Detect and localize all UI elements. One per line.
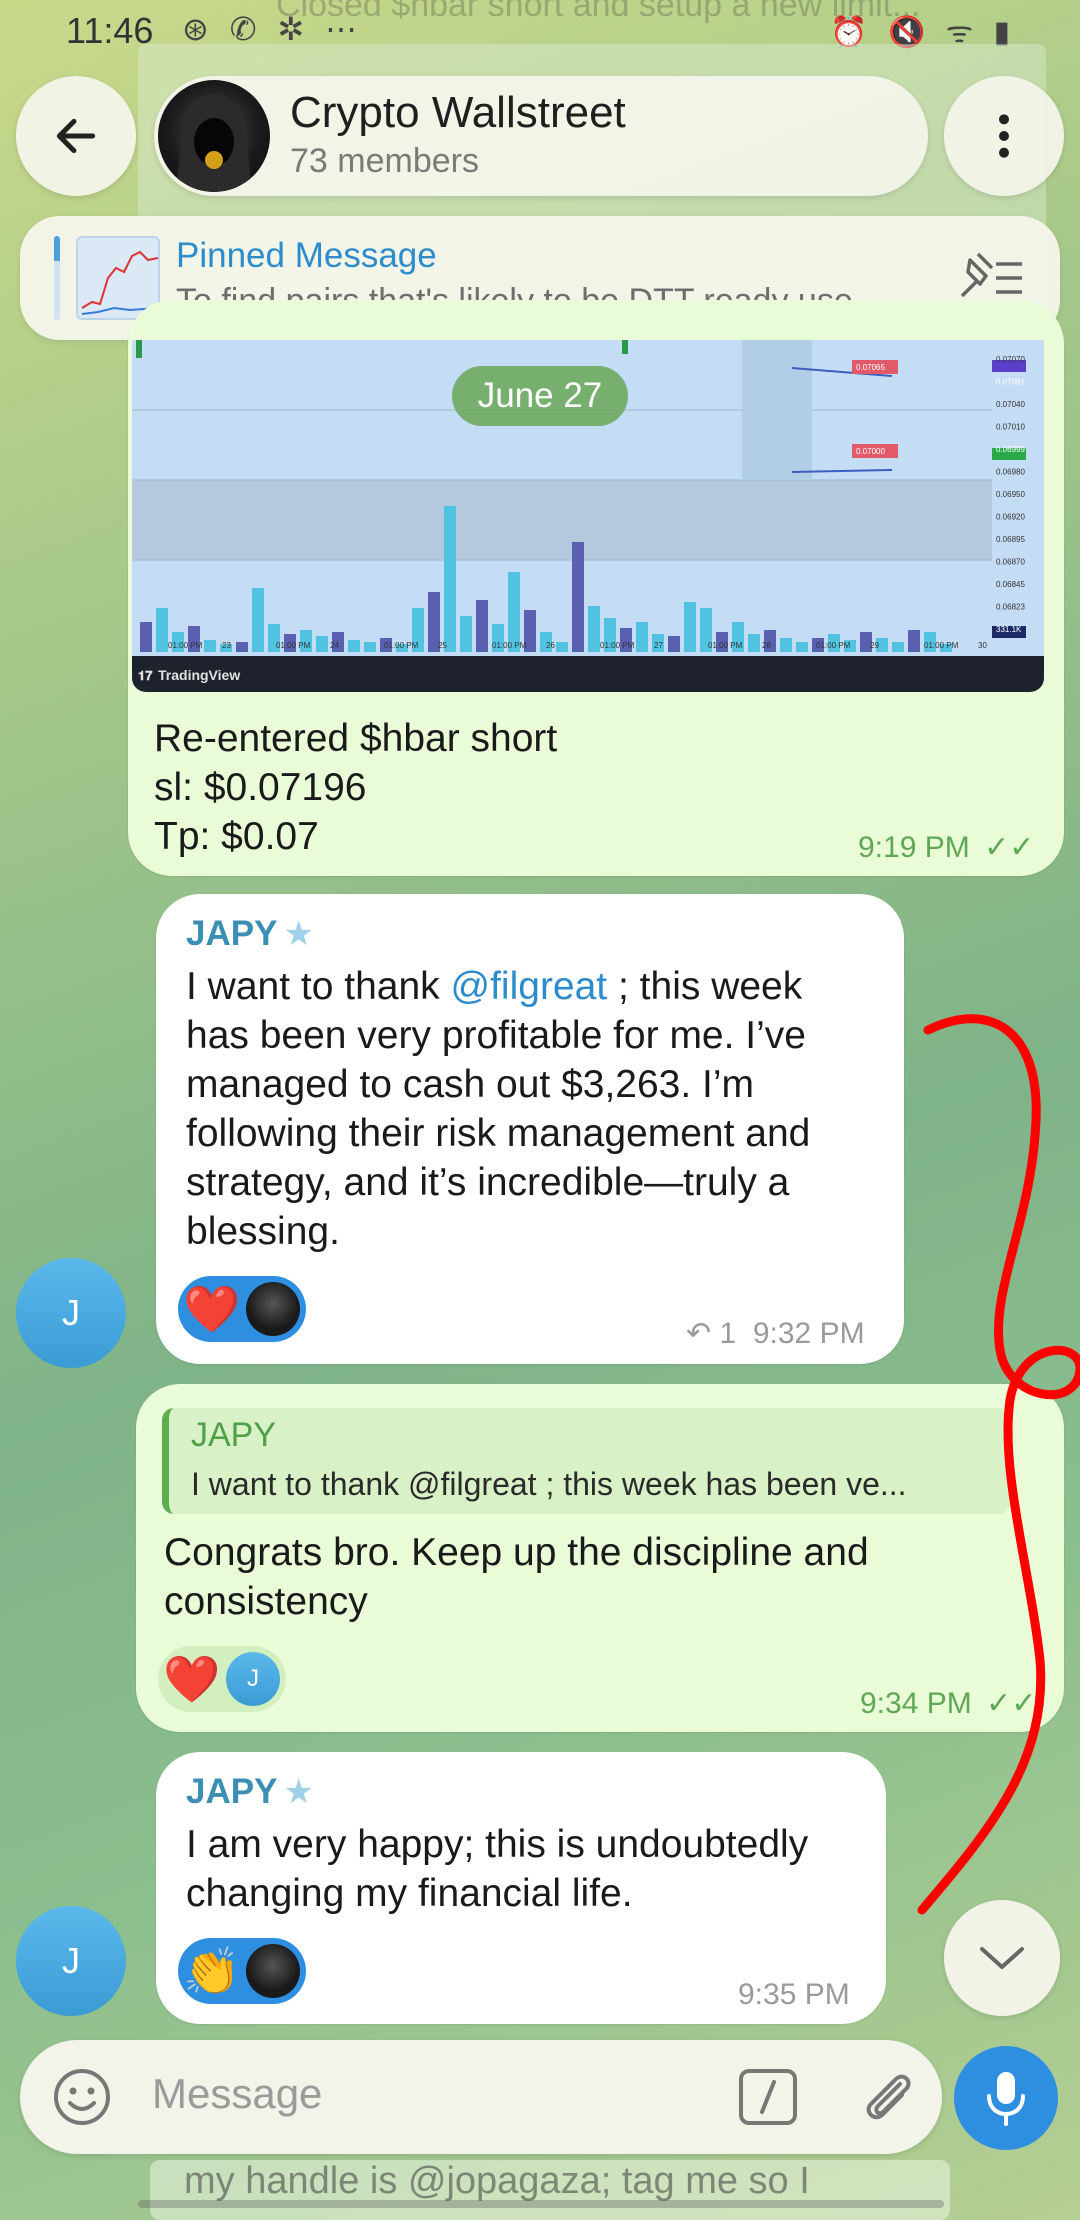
red-annotation-scribble [917,1014,1080,1915]
chevron-down-icon [980,1947,1024,1969]
message-input-bar[interactable]: Message [20,2040,942,2154]
attach-icon[interactable] [856,2066,918,2128]
microphone-icon [987,2072,1025,2126]
emoji-icon[interactable] [52,2067,112,2127]
ghost-message-preview: my handle is @jopagaza; tag me so I [150,2160,950,2220]
home-indicator [138,2200,944,2208]
voice-record-button[interactable] [954,2046,1058,2150]
message-input[interactable]: Message [152,2070,322,2118]
bot-command-icon[interactable] [738,2068,798,2126]
scroll-to-bottom-button[interactable] [944,1900,1060,2016]
